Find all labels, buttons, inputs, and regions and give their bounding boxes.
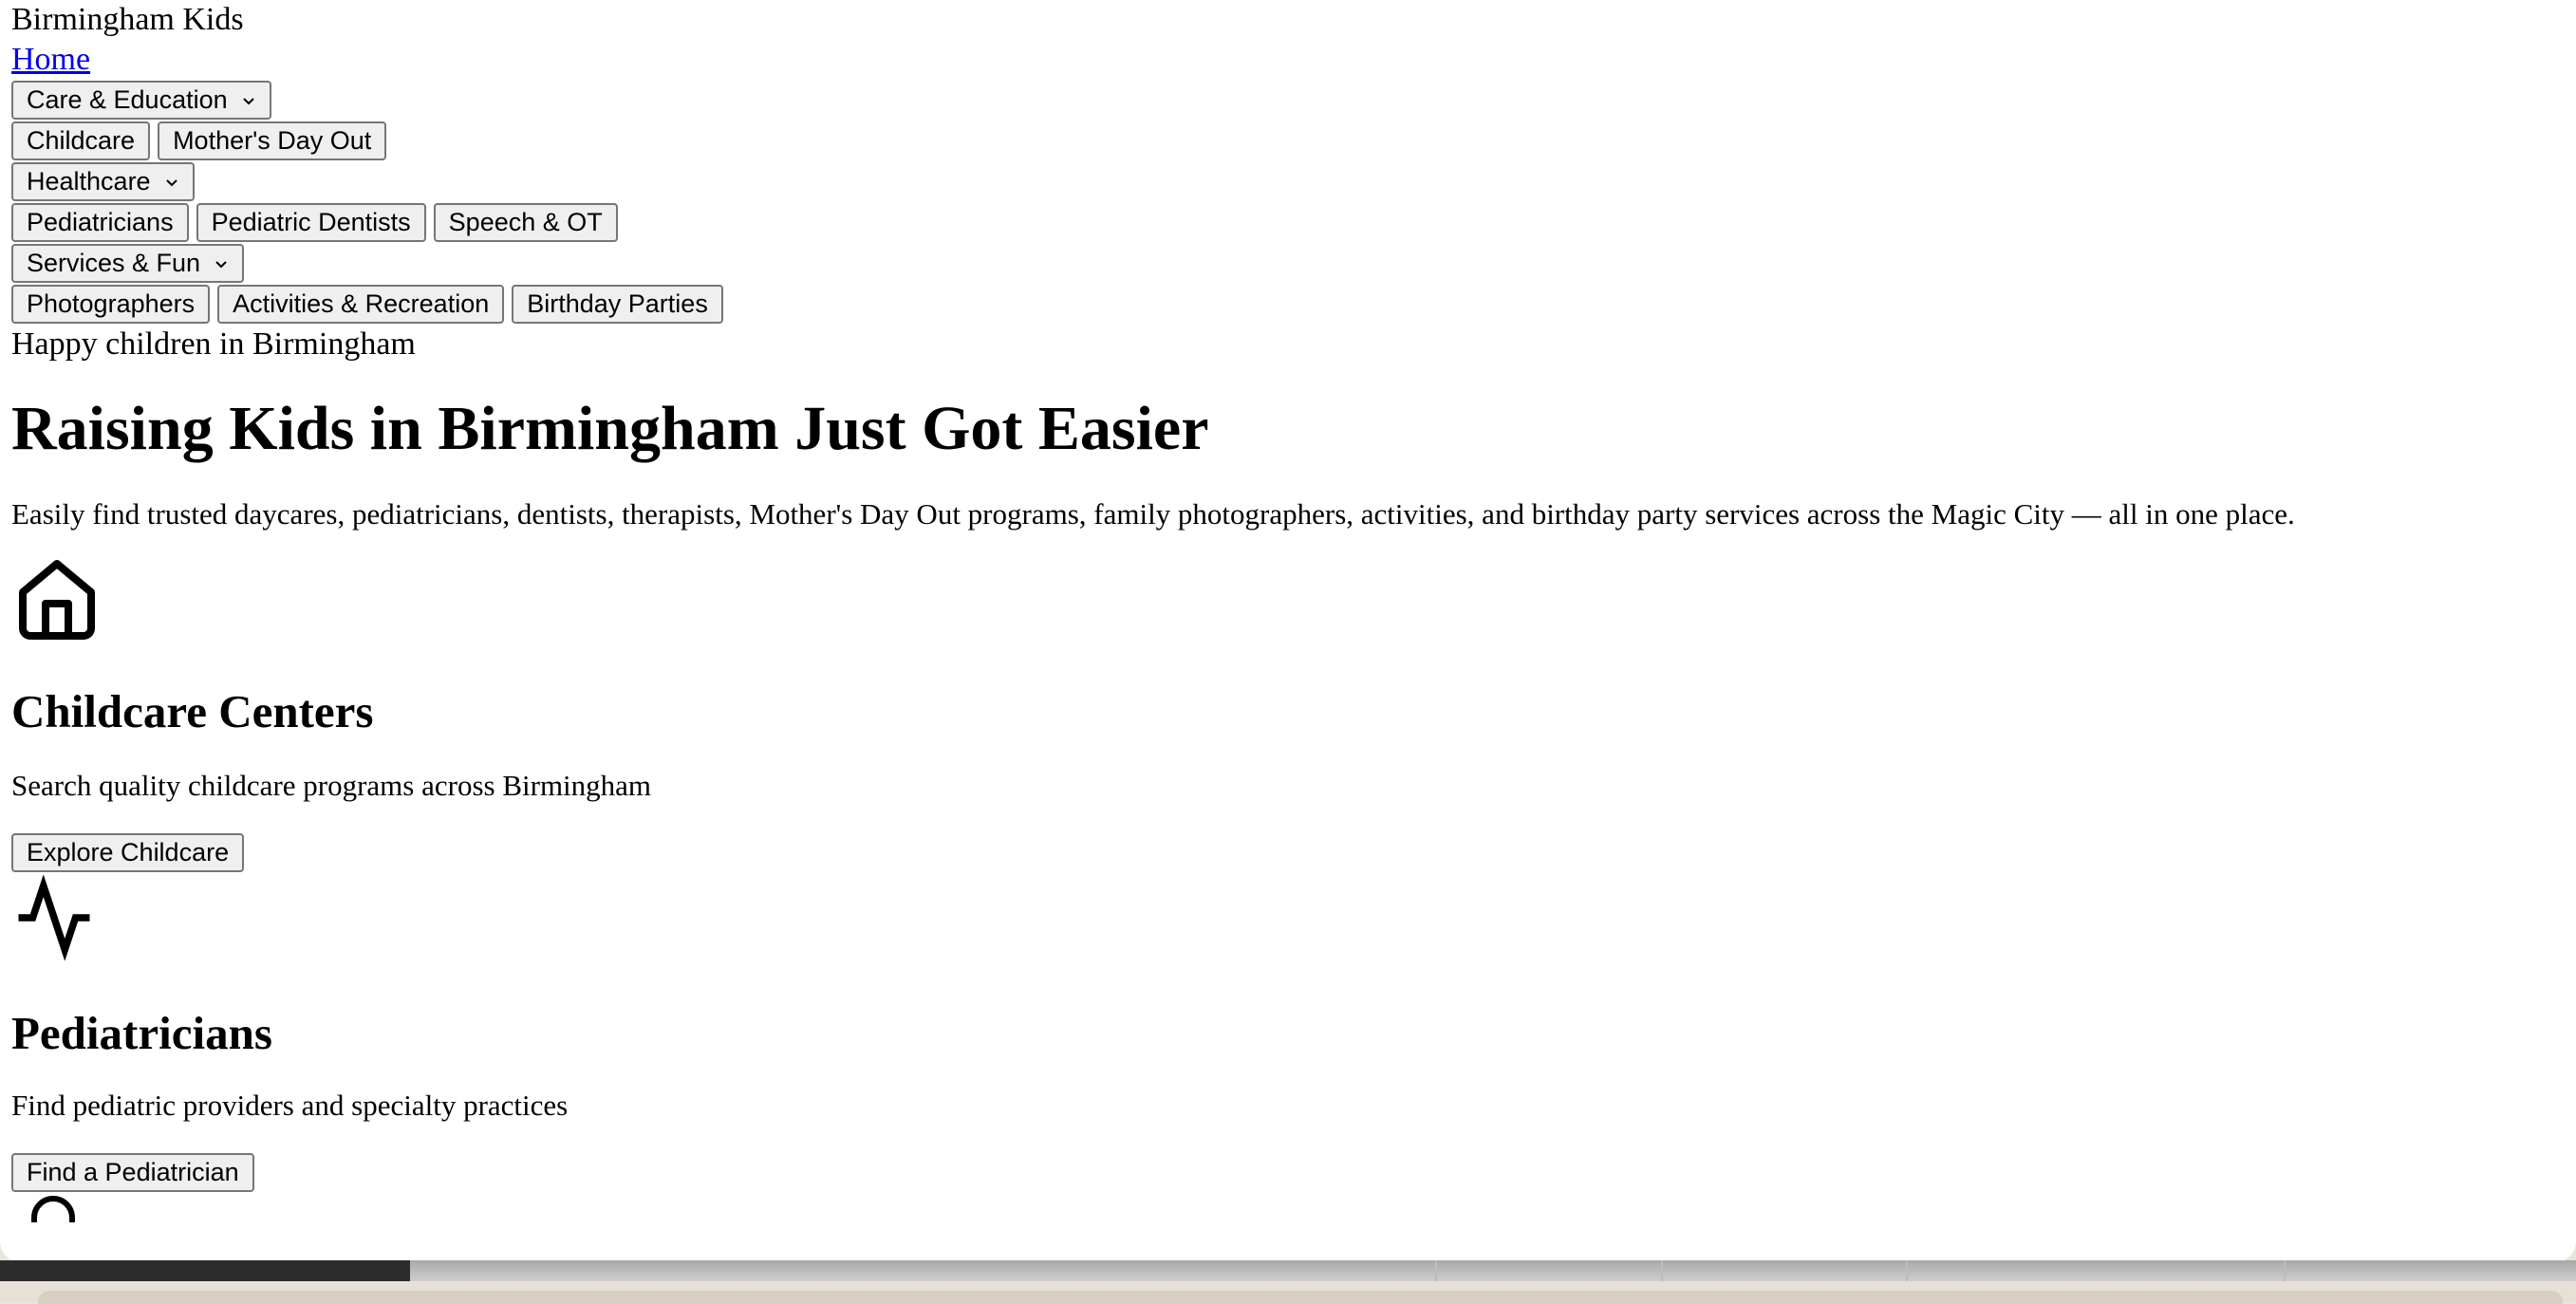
healthcare-dropdown[interactable]: Healthcare	[11, 162, 195, 201]
nav-subitems-healthcare: Pediatricians Pediatric Dentists Speech …	[11, 202, 2565, 243]
hero-image-alt: Happy children in Birmingham	[11, 326, 416, 362]
browser-page: Birmingham Kids Home Care & Education Ch…	[0, 0, 2576, 1262]
card-childcare-description: Search quality childcare programs across…	[11, 769, 652, 802]
nav-item-speech-ot[interactable]: Speech & OT	[433, 203, 618, 242]
nav-item-mothers-day-out[interactable]: Mother's Day Out	[158, 121, 387, 160]
nav-group-care-education: Care & Education	[11, 80, 2565, 121]
window-edge	[0, 1281, 2576, 1304]
taskbar-divider	[1661, 1260, 1663, 1281]
nav-item-pediatricians[interactable]: Pediatricians	[11, 203, 189, 242]
find-pediatrician-button[interactable]: Find a Pediatrician	[11, 1153, 254, 1192]
explore-childcare-button[interactable]: Explore Childcare	[11, 833, 245, 872]
chevron-down-icon	[215, 260, 227, 268]
hero-subtitle: Easily find trusted daycares, pediatrici…	[11, 497, 2295, 531]
card-pediatricians-description: Find pediatric providers and specialty p…	[11, 1089, 569, 1122]
nav-item-birthday-parties[interactable]: Birthday Parties	[512, 285, 723, 324]
activity-icon	[18, 874, 90, 961]
card-pediatricians-icon-wrap	[11, 872, 2565, 963]
partial-icon	[31, 1196, 75, 1222]
healthcare-label: Healthcare	[27, 167, 151, 196]
hero-image: Happy children in Birmingham	[11, 325, 2565, 364]
nav-item-childcare[interactable]: Childcare	[11, 121, 151, 160]
home-link[interactable]: Home	[11, 40, 90, 80]
card-childcare-icon-wrap	[11, 552, 2565, 647]
site-logo-alt: Birmingham Kids	[11, 2, 244, 37]
site-logo[interactable]: Birmingham Kids	[11, 0, 2565, 40]
nav-item-pediatric-dentists[interactable]: Pediatric Dentists	[196, 203, 426, 242]
taskbar-dark-segment	[0, 1260, 410, 1281]
services-fun-label: Services & Fun	[27, 249, 201, 277]
chevron-down-icon	[242, 97, 254, 104]
hero-title: Raising Kids in Birmingham Just Got Easi…	[11, 394, 1209, 463]
taskbar-divider	[2284, 1260, 2286, 1281]
chevron-down-icon	[165, 178, 177, 186]
taskbar	[0, 1260, 2576, 1281]
care-education-dropdown[interactable]: Care & Education	[11, 81, 271, 120]
taskbar-divider	[1906, 1260, 1908, 1281]
taskbar-divider	[1435, 1260, 1437, 1281]
home-icon	[19, 560, 95, 640]
next-card-icon-wrap	[11, 1194, 2565, 1222]
nav-group-services-fun: Services & Fun	[11, 243, 2565, 284]
nav-group-healthcare: Healthcare	[11, 161, 2565, 202]
nav-subitems-care-education: Childcare Mother's Day Out	[11, 121, 2565, 161]
page-content: Birmingham Kids Home Care & Education Ch…	[11, 0, 2565, 1222]
nav-subitems-services-fun: Photographers Activities & Recreation Bi…	[11, 284, 2565, 325]
nav-item-activities-recreation[interactable]: Activities & Recreation	[217, 285, 505, 324]
card-childcare-title: Childcare Centers	[11, 685, 374, 737]
nav-item-photographers[interactable]: Photographers	[11, 285, 211, 324]
services-fun-dropdown[interactable]: Services & Fun	[11, 244, 245, 283]
card-pediatricians-title: Pediatricians	[11, 1007, 272, 1059]
care-education-label: Care & Education	[27, 85, 228, 114]
